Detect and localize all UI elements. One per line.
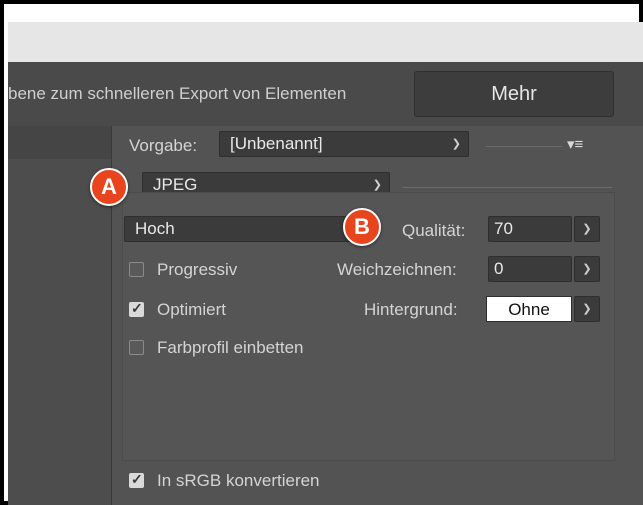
blur-value: 0: [494, 259, 504, 278]
quality-chevron-button[interactable]: ❯: [574, 216, 600, 242]
preview-area: [8, 159, 111, 505]
chevron-down-icon: ❯: [582, 223, 592, 235]
blur-chevron-button[interactable]: ❯: [574, 256, 600, 282]
hint-text: bene zum schnelleren Export von Elemente…: [8, 84, 347, 103]
blur-input[interactable]: 0: [488, 256, 572, 282]
settings-panel: Vorgabe: [Unbenannt] ❯ ▾≡ JPEG ❯ Hoch Qu…: [112, 126, 643, 505]
quality-preset-dropdown[interactable]: Hoch: [124, 216, 372, 242]
embed-profile-checkbox[interactable]: [129, 340, 144, 355]
panel-menu-icon[interactable]: ▾≡: [567, 135, 583, 153]
chevron-down-icon: ❯: [451, 138, 461, 150]
annotation-badge-b: B: [343, 208, 381, 246]
preset-dropdown[interactable]: [Unbenannt] ❯: [219, 131, 469, 157]
matte-value: Ohne: [508, 300, 550, 319]
matte-label: Hintergrund:: [364, 300, 458, 319]
chevron-down-icon: ❯: [582, 263, 592, 275]
window-titlebar: [8, 22, 643, 63]
checkmark-icon: ✓: [131, 471, 143, 487]
preset-separator: [485, 146, 563, 147]
checkmark-icon: ✓: [131, 300, 143, 316]
save-for-web-dialog: bene zum schnelleren Export von Elemente…: [8, 62, 643, 505]
blur-label: Weichzeichnen:: [337, 260, 457, 279]
quality-preset-value: Hoch: [135, 219, 175, 238]
optimized-label: Optimiert: [157, 300, 226, 319]
progressive-checkbox[interactable]: [129, 262, 144, 277]
preview-header: [8, 126, 111, 160]
embed-profile-label: Farbprofil einbetten: [157, 338, 304, 357]
more-button[interactable]: Mehr: [414, 71, 614, 117]
quality-label: Qualität:: [402, 221, 466, 240]
matte-chevron-button[interactable]: ❯: [574, 296, 600, 322]
matte-dropdown[interactable]: Ohne: [486, 296, 572, 322]
quality-input[interactable]: 70: [488, 216, 572, 242]
format-separator: [402, 187, 612, 188]
optimized-checkbox[interactable]: ✓: [129, 300, 144, 317]
quality-value: 70: [494, 219, 513, 238]
srgb-label: In sRGB konvertieren: [157, 471, 320, 490]
preset-label: Vorgabe:: [129, 136, 198, 155]
progressive-label: Progressiv: [157, 260, 238, 279]
top-bar: bene zum schnelleren Export von Elemente…: [8, 62, 643, 126]
srgb-checkbox[interactable]: ✓: [129, 471, 144, 488]
annotation-badge-a: A: [90, 168, 128, 206]
chevron-down-icon: ❯: [582, 303, 592, 315]
preset-value: [Unbenannt]: [230, 134, 323, 153]
